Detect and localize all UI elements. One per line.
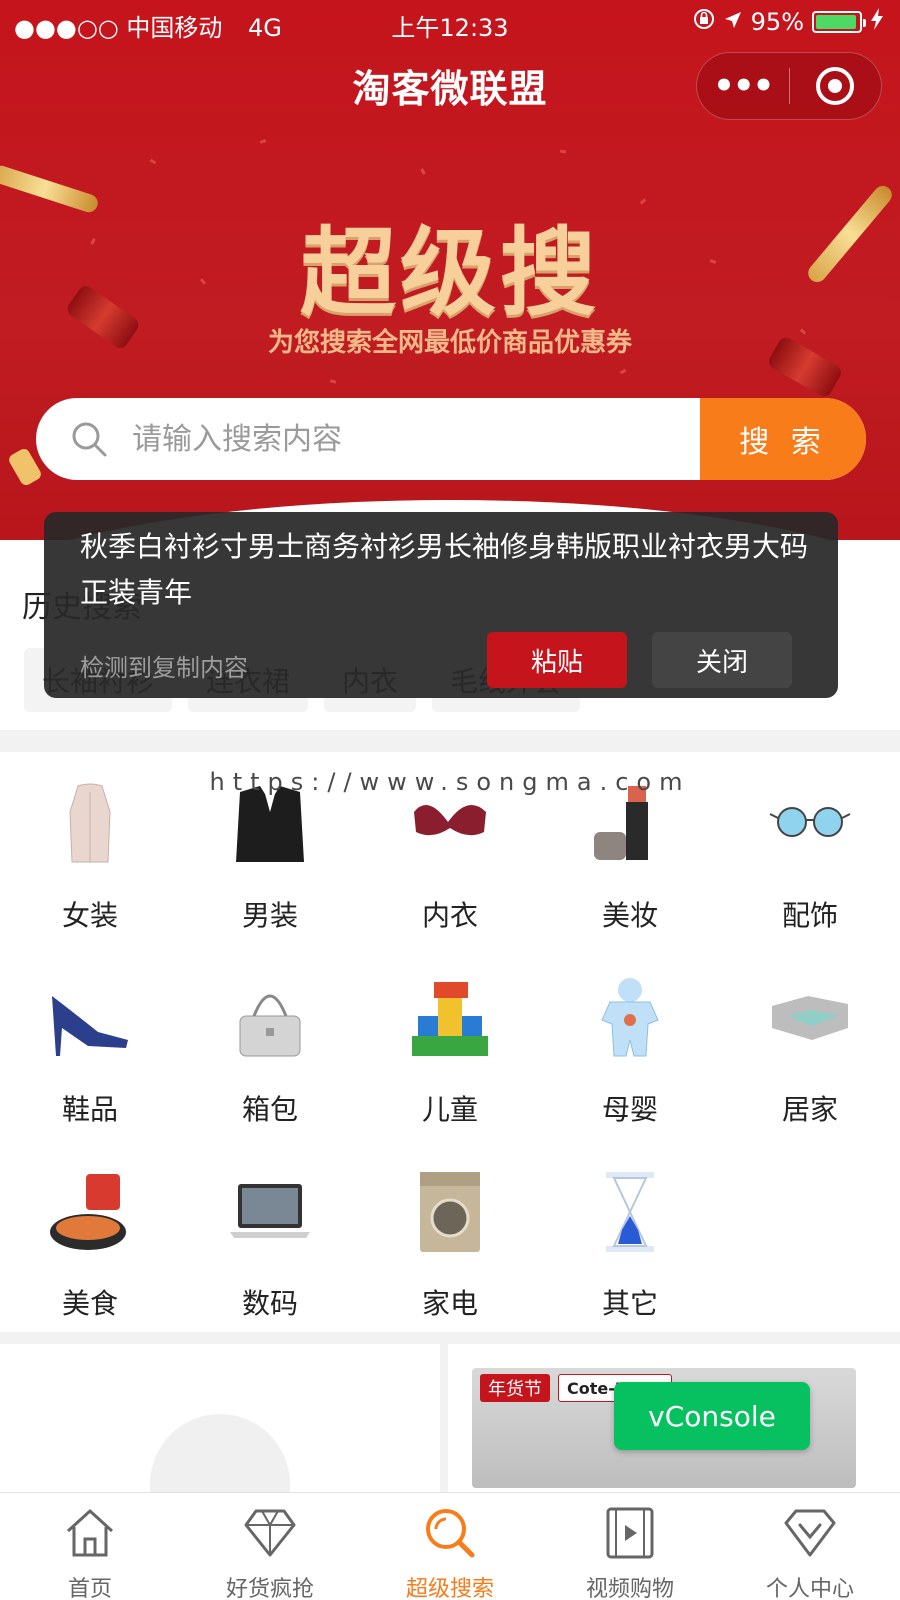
baby-romper-icon	[601, 978, 659, 1057]
category-label: 配饰	[781, 899, 838, 932]
hero-subtitle: 为您搜索全网最低价商品优惠券	[267, 328, 632, 358]
toy-blocks-icon	[412, 982, 488, 1056]
battery-percent: 95%	[750, 8, 804, 36]
category-item[interactable]: 美食	[0, 1150, 180, 1340]
category-label: 其它	[601, 1287, 658, 1320]
diamond-icon	[244, 1509, 296, 1557]
category-label: 家电	[421, 1287, 478, 1320]
tab-super-search[interactable]: 超级搜索	[360, 1493, 540, 1600]
category-label: 男装	[241, 899, 298, 932]
category-label: 箱包	[241, 1093, 298, 1126]
promo-tag: 年货节	[480, 1374, 550, 1402]
laptop-icon	[230, 1184, 310, 1238]
confetti	[619, 368, 627, 375]
product-image	[150, 1414, 290, 1494]
tab-label: 超级搜索	[405, 1577, 494, 1600]
category-item[interactable]: 家电	[360, 1150, 540, 1340]
battery-tip	[863, 19, 866, 27]
more-dots-icon: •••	[713, 66, 774, 106]
confetti	[559, 149, 567, 154]
category-item[interactable]: 儿童	[360, 956, 540, 1146]
confetti	[259, 139, 267, 144]
search-button[interactable]: 搜 索	[700, 398, 866, 480]
vconsole-button[interactable]: vConsole	[614, 1382, 810, 1450]
watermark-url: https://www.songma.com	[209, 768, 691, 796]
target-close-icon	[816, 67, 855, 105]
tab-label: 好货疯抢	[225, 1577, 314, 1600]
status-bar: ●●●○○ 中国移动 4G 上午12:33 95%	[0, 0, 900, 44]
location-arrow-icon	[723, 8, 743, 36]
sofa-icon	[772, 996, 848, 1040]
paste-button[interactable]: 粘贴	[487, 632, 627, 688]
status-right: 95%	[693, 8, 884, 36]
category-label: 内衣	[421, 899, 478, 932]
category-grid: 女装 男装 内衣 美妆 配饰 鞋品 箱包 儿童 母婴 居家 美食 数码 家电 其…	[0, 752, 900, 1332]
category-label: 美妆	[601, 899, 658, 932]
search-icon	[426, 1509, 475, 1558]
category-item[interactable]: 居家	[720, 956, 900, 1146]
rotation-lock-icon	[693, 8, 715, 36]
category-item[interactable]: 其它	[540, 1150, 720, 1340]
snack-icon	[50, 1174, 126, 1250]
search-bar: 搜 索	[36, 398, 866, 480]
category-item[interactable]: 箱包	[180, 956, 360, 1146]
washing-machine-icon	[420, 1172, 480, 1252]
category-item[interactable]: 母婴	[540, 956, 720, 1146]
close-miniprogram-button[interactable]	[790, 67, 882, 105]
clipboard-content: 秋季白衬衫寸男士商务衬衫男长袖修身韩版职业衬衣男大码正装青年	[80, 530, 809, 609]
video-icon	[606, 1507, 654, 1559]
category-label: 母婴	[601, 1093, 658, 1126]
category-item[interactable]: 鞋品	[0, 956, 180, 1146]
tab-video-shopping[interactable]: 视频购物	[540, 1493, 720, 1600]
tab-profile[interactable]: 个人中心	[720, 1493, 900, 1600]
category-label: 鞋品	[61, 1093, 118, 1126]
category-label: 美食	[61, 1287, 118, 1320]
battery-fill	[816, 15, 856, 29]
search-icon	[72, 422, 107, 457]
profile-icon	[784, 1509, 836, 1557]
category-label: 居家	[781, 1093, 838, 1126]
search-input[interactable]	[132, 398, 712, 480]
hero-title: 超级搜	[300, 217, 600, 329]
hourglass-icon	[606, 1172, 654, 1252]
battery-icon	[812, 11, 866, 33]
clipboard-hint: 检测到复制内容	[80, 654, 248, 682]
handbag-icon	[239, 994, 301, 1057]
tab-hot-deals[interactable]: 好货疯抢	[180, 1493, 360, 1600]
clipboard-toast: 秋季白衬衫寸男士商务衬衫男长袖修身韩版职业衬衣男大码正装青年 检测到复制内容 粘…	[44, 512, 838, 698]
charging-bolt-icon	[870, 8, 884, 36]
more-button[interactable]: •••	[697, 66, 789, 106]
category-label: 女装	[61, 899, 118, 932]
confetti	[420, 168, 426, 175]
tab-home[interactable]: 首页	[0, 1493, 180, 1600]
heels-icon	[52, 996, 128, 1056]
confetti	[329, 379, 337, 384]
tab-bar: 首页 好货疯抢 超级搜索 视频购物 个人中心	[0, 1492, 900, 1600]
capsule-menu: •••	[696, 52, 882, 120]
close-toast-button[interactable]: 关闭	[652, 632, 792, 688]
category-label: 数码	[241, 1287, 298, 1320]
tab-label: 视频购物	[585, 1577, 674, 1600]
tab-label: 个人中心	[765, 1577, 854, 1600]
home-icon	[66, 1509, 114, 1557]
tab-label: 首页	[67, 1577, 112, 1600]
category-item[interactable]: 数码	[180, 1150, 360, 1340]
category-label: 儿童	[421, 1093, 478, 1126]
promo-card-left[interactable]	[0, 1344, 440, 1494]
confetti	[149, 158, 157, 165]
